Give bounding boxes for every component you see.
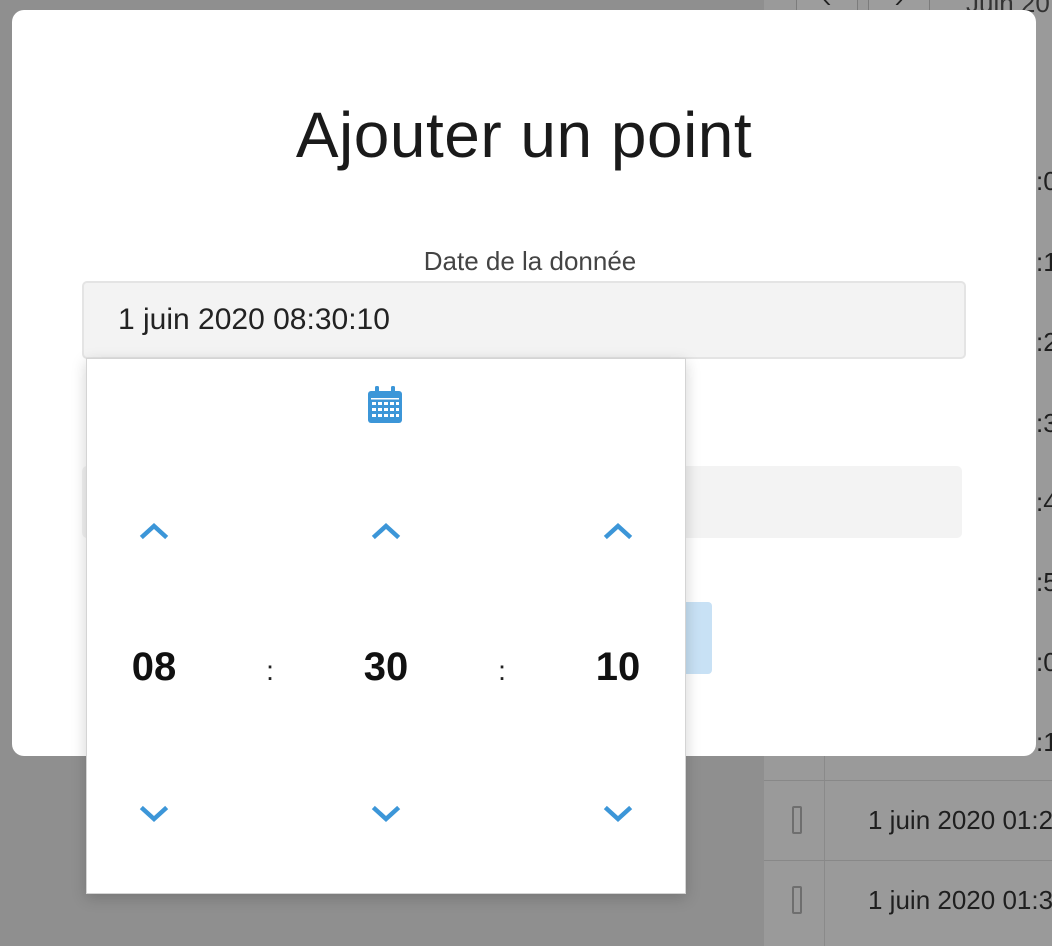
table-cell-fragment: :1 (1036, 727, 1052, 757)
date-field-label: Date de la donnée (423, 246, 637, 276)
table-row-divider (764, 860, 1052, 861)
hours-up-chevron-up-icon[interactable] (138, 520, 170, 540)
date-input[interactable]: 1 juin 2020 08:30:10 (82, 281, 966, 359)
modal-title: Ajouter un point (295, 99, 753, 171)
calendar-icon[interactable] (367, 386, 403, 424)
minutes-down-chevron-down-icon[interactable] (370, 804, 402, 824)
table-row: 1 juin 2020 01:2 (868, 805, 1052, 835)
table-cell-fragment: :5 (1036, 567, 1052, 597)
minutes-up-chevron-up-icon[interactable] (370, 520, 402, 540)
row-checkbox[interactable] (792, 886, 802, 914)
hours-value[interactable]: 08 (94, 645, 214, 690)
minutes-value[interactable]: 30 (326, 645, 446, 690)
table-row: 1 juin 2020 01:3 (868, 885, 1052, 915)
table-row-divider (764, 780, 1052, 781)
time-picker: 08 : 30 : 10 (86, 358, 686, 894)
table-cell-fragment: :4 (1036, 487, 1052, 517)
time-separator: : (266, 655, 274, 686)
time-separator: : (498, 655, 506, 686)
hours-down-chevron-down-icon[interactable] (138, 804, 170, 824)
seconds-down-chevron-down-icon[interactable] (602, 804, 634, 824)
seconds-up-chevron-up-icon[interactable] (602, 520, 634, 540)
table-cell-fragment: :0 (1036, 166, 1052, 196)
seconds-value[interactable]: 10 (558, 645, 678, 690)
table-cell-fragment: :2 (1036, 327, 1052, 357)
table-cell-fragment: :3 (1036, 408, 1052, 438)
table-cell-fragment: :0 (1036, 647, 1052, 677)
row-checkbox[interactable] (792, 806, 802, 834)
